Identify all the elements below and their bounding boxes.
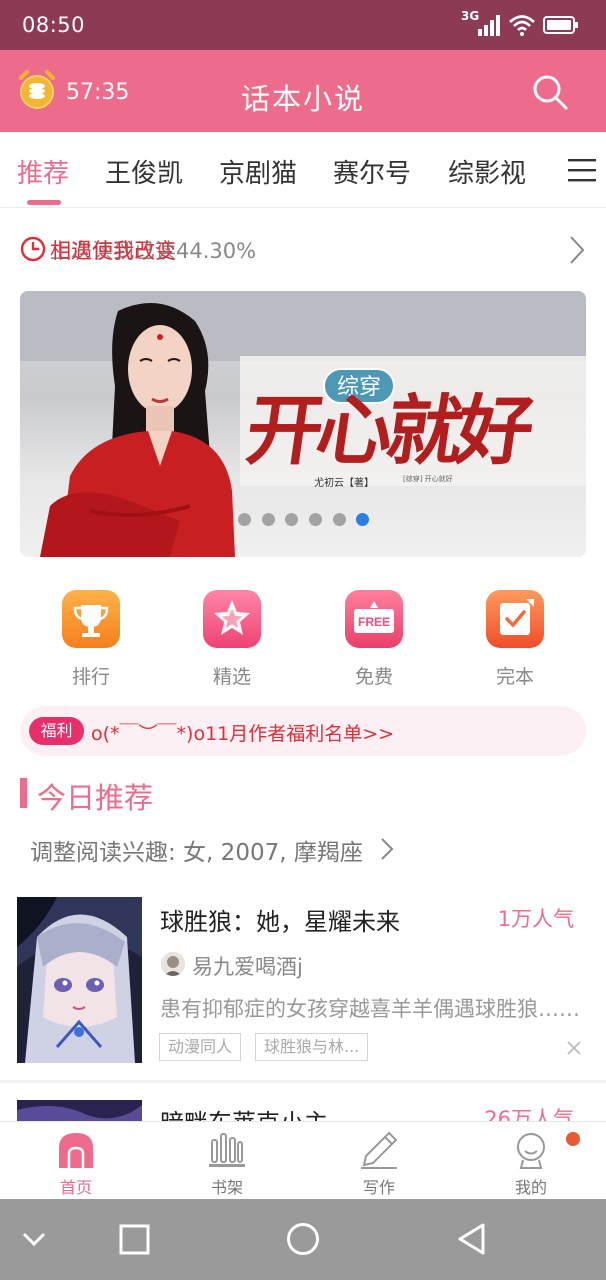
nav-profile-label: 我的: [514, 1178, 547, 1197]
carousel-dot[interactable]: [333, 513, 346, 526]
status-bar: 08:50 3G: [0, 0, 606, 50]
welfare-notice[interactable]: 福利 o(*￣︶￣*)o11月作者福利名单>>: [20, 706, 586, 756]
carousel-dot[interactable]: [309, 513, 322, 526]
tab-seer[interactable]: 赛尔号: [333, 153, 411, 190]
menu-icon[interactable]: [568, 158, 596, 182]
book-title: 暗畔东莱克小主: [160, 1103, 328, 1121]
book-tag[interactable]: 球胜狼与林...: [255, 1033, 369, 1061]
book-cover: [17, 1100, 142, 1121]
app-header: 57:35 话本小说: [0, 50, 606, 132]
section-title: 今日推荐: [37, 781, 154, 815]
bottom-tab-bar: 首页 书架 写作 我的: [0, 1121, 606, 1199]
chevron-down-icon[interactable]: [20, 1229, 48, 1249]
welfare-text: o(*￣︶￣*)o11月作者福利名单>>: [91, 723, 395, 745]
nav-bookshelf[interactable]: 书架: [177, 1122, 277, 1200]
carousel-dot[interactable]: [285, 513, 298, 526]
book-title: 球胜狼：她，星耀未来: [160, 908, 400, 936]
last-read-text: 上次读到 相遇使我改变 已读44.30%: [50, 235, 256, 265]
reading-interest-link[interactable]: 调整阅读兴趣: 女, 2007, 摩羯座: [30, 833, 363, 867]
banner-book-title: 开心就好: [240, 386, 534, 475]
star-icon: [203, 590, 261, 648]
home-button-icon[interactable]: [285, 1221, 321, 1257]
trophy-icon: [62, 590, 120, 648]
section-marker: [20, 778, 27, 808]
book-cover: [17, 897, 142, 1063]
nav-write-label: 写作: [362, 1178, 395, 1197]
notification-dot: [566, 1132, 580, 1146]
pen-icon: [361, 1131, 398, 1169]
back-icon[interactable]: [455, 1221, 489, 1257]
entry-featured[interactable]: 精选: [192, 590, 272, 689]
entry-completed[interactable]: 完本: [475, 590, 555, 689]
banner-subtitle: [综穿] 开心就好: [403, 475, 453, 483]
tab-recommend[interactable]: 推荐: [17, 153, 69, 190]
home-icon: [59, 1133, 93, 1168]
book-tag[interactable]: 动漫同人: [159, 1033, 242, 1061]
search-icon[interactable]: [530, 72, 570, 112]
nav-profile[interactable]: 我的: [481, 1122, 581, 1200]
carousel-dot[interactable]: [238, 513, 251, 526]
close-icon[interactable]: [566, 1040, 582, 1056]
carousel-dot-active[interactable]: [356, 513, 369, 526]
tab-wang-junkai[interactable]: 王俊凯: [105, 153, 183, 190]
nav-bookshelf-label: 书架: [210, 1178, 243, 1197]
author-avatar: [161, 952, 185, 976]
banner-author: 尤初云【著】: [314, 478, 374, 489]
entry-featured-label: 精选: [212, 666, 251, 688]
svg-text:FREE: FREE: [358, 615, 390, 629]
battery-icon: [543, 16, 578, 34]
free-tag-icon: FREE: [345, 590, 403, 648]
system-nav-bar: [0, 1199, 606, 1280]
entry-free[interactable]: FREE 免费: [334, 590, 414, 689]
nav-home-label: 首页: [59, 1178, 92, 1197]
book-popularity: 1万人气: [497, 907, 574, 931]
list-divider: [0, 1080, 606, 1083]
recent-apps-icon[interactable]: [118, 1223, 152, 1257]
promo-banner[interactable]: 综穿 开心就好 尤初云【著】 [综穿] 开心就好: [20, 291, 586, 557]
entry-ranking[interactable]: 排行: [51, 590, 131, 689]
carousel-dot[interactable]: [262, 513, 275, 526]
app-title: 话本小说: [240, 82, 365, 116]
last-read-bar[interactable]: 上次读到 相遇使我改变 已读44.30%: [20, 232, 590, 268]
chevron-right-icon: [570, 236, 585, 264]
status-time: 08:50: [22, 13, 86, 37]
entry-completed-label: 完本: [495, 666, 534, 688]
profile-icon: [517, 1133, 545, 1169]
check-note-icon: [486, 590, 544, 648]
book-author: 易九爱喝酒j: [192, 955, 303, 979]
welfare-badge: 福利: [29, 717, 84, 745]
clock-icon: [20, 236, 46, 262]
tab-jingju-cat[interactable]: 京剧猫: [219, 153, 297, 190]
entry-ranking-label: 排行: [71, 666, 110, 688]
bookshelf-icon: [209, 1133, 245, 1167]
chevron-right-icon: [381, 838, 394, 860]
tab-film-tv[interactable]: 综影视: [448, 153, 526, 190]
book-item[interactable]: 暗畔东莱克小主 26万人气: [0, 1100, 606, 1121]
active-tab-indicator: [27, 200, 61, 205]
book-popularity: 26万人气: [484, 1107, 574, 1121]
entry-free-label: 免费: [354, 666, 393, 688]
last-read-book: 相遇使我改变: [50, 239, 176, 263]
wifi-icon: [509, 15, 535, 36]
nav-write[interactable]: 写作: [329, 1122, 429, 1200]
book-description: 患有抑郁症的女孩穿越喜羊羊偶遇球胜狼……: [160, 997, 580, 1021]
category-tabs: 推荐 王俊凯 京剧猫 赛尔号 综影视: [0, 132, 606, 208]
nav-home[interactable]: 首页: [26, 1122, 126, 1200]
signal-icon: [478, 15, 500, 36]
